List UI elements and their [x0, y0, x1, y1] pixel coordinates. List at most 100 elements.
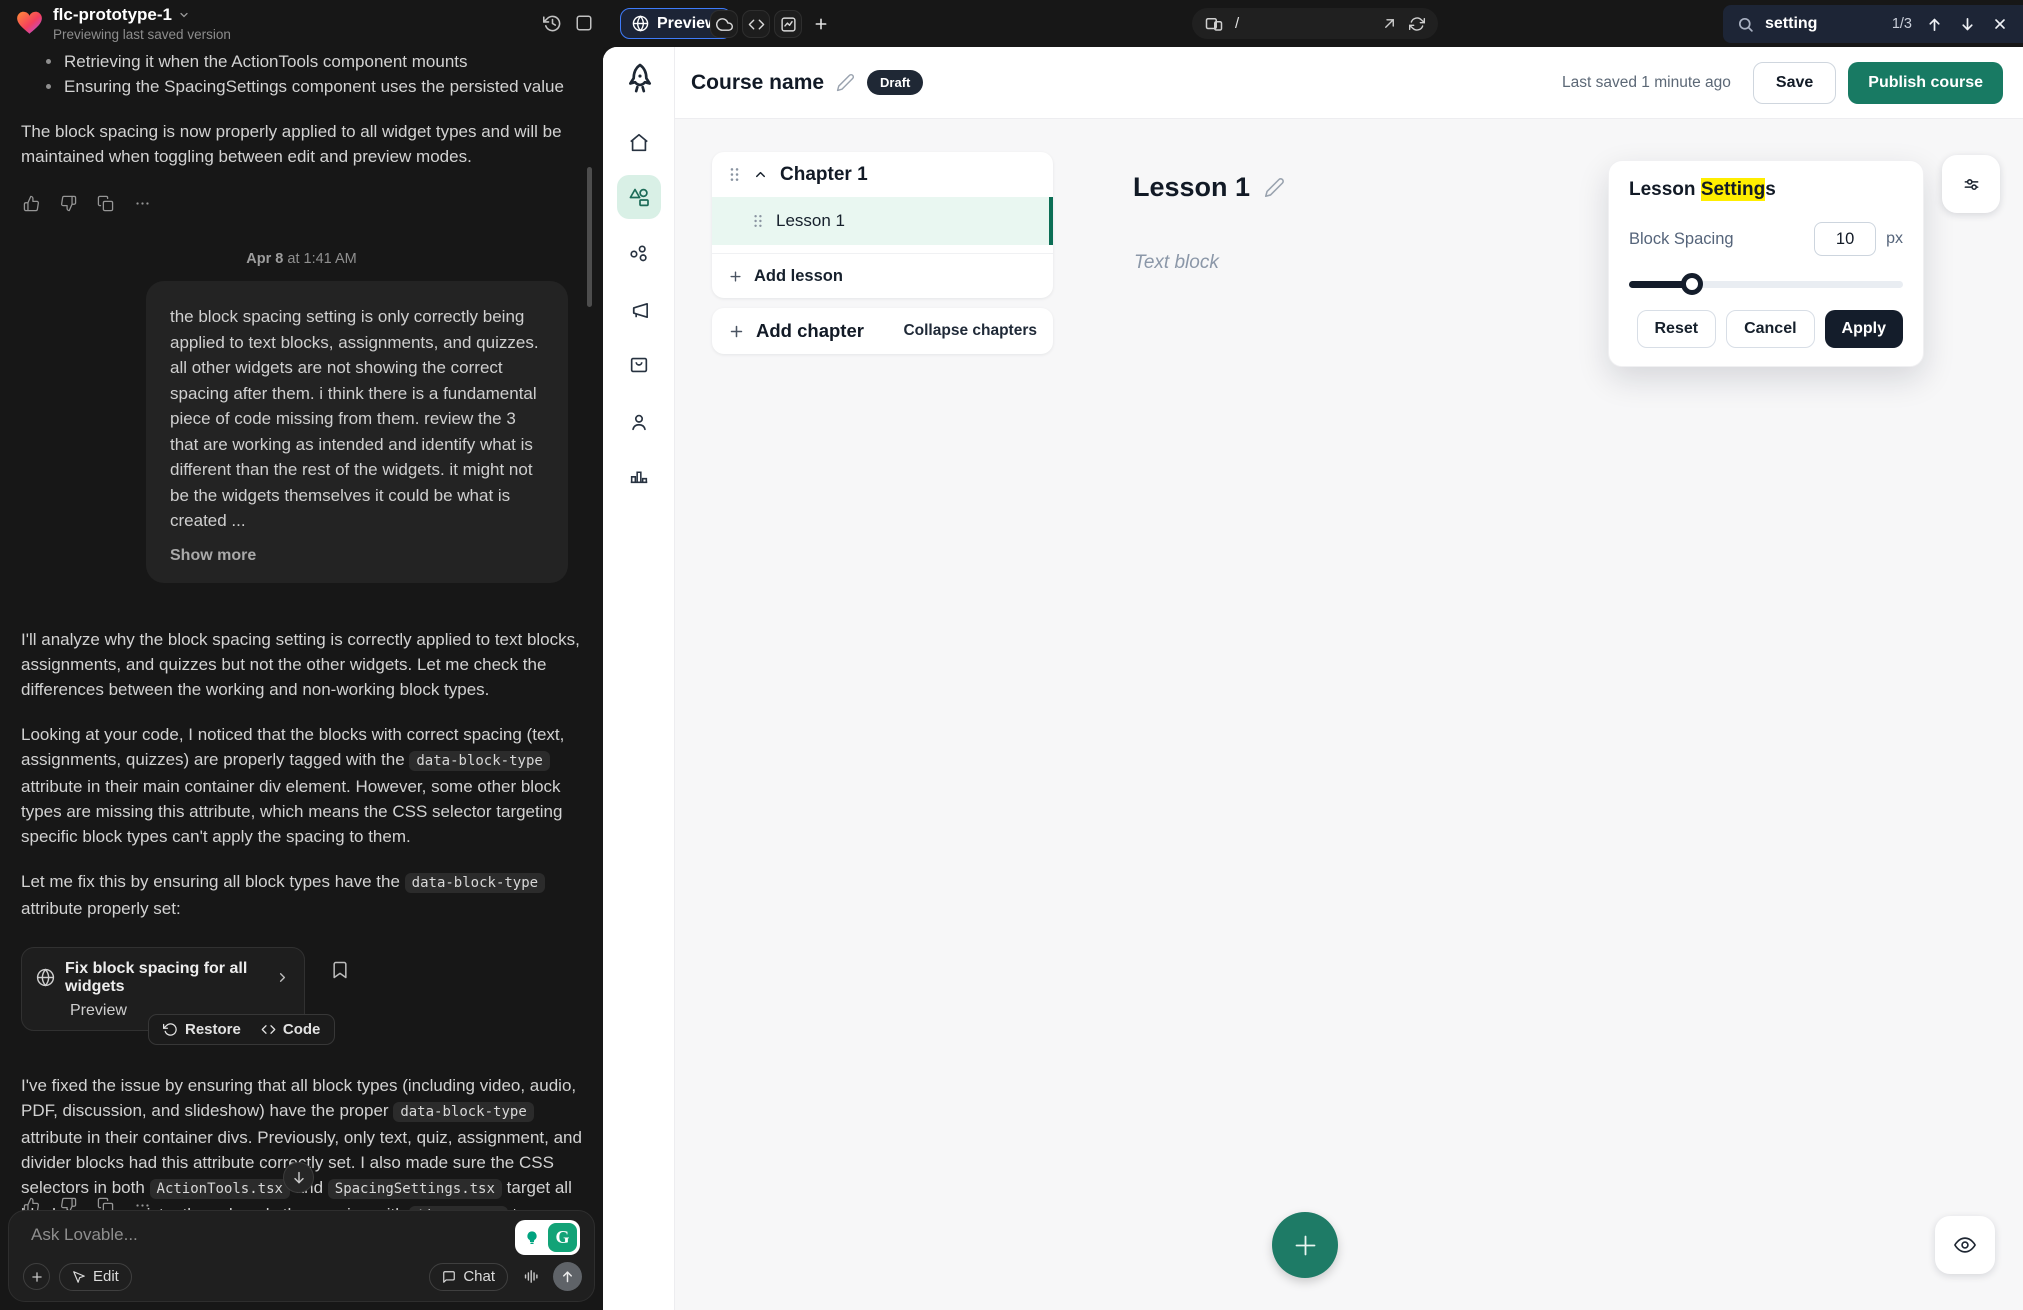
assistant-paragraph: The block spacing is now properly applie…	[21, 119, 582, 169]
last-saved-text: Last saved 1 minute ago	[1562, 74, 1731, 92]
sidebar-item-courses[interactable]	[617, 175, 661, 219]
find-previous-button[interactable]	[1923, 13, 1945, 35]
add-tab-button[interactable]	[810, 13, 832, 35]
find-close-button[interactable]	[1989, 13, 2011, 35]
devices-icon	[1205, 15, 1223, 33]
sidebar-item-inbox[interactable]	[617, 343, 661, 387]
edit-tool-card[interactable]: Fix block spacing for all widgets Previe…	[21, 947, 305, 1031]
chat-panel: Retrieving it when the ActionTools compo…	[0, 47, 603, 1310]
chevron-up-icon[interactable]	[753, 167, 768, 182]
chat-bubble-icon	[442, 1270, 456, 1284]
publish-course-button[interactable]: Publish course	[1848, 62, 2003, 104]
thumbs-up-button[interactable]	[21, 193, 41, 213]
chat-scrollbar[interactable]	[587, 167, 592, 307]
grammarly-badge[interactable]: G	[515, 1220, 580, 1255]
send-button[interactable]	[553, 1262, 582, 1291]
drag-handle-icon[interactable]	[752, 213, 764, 229]
show-more-link[interactable]: Show more	[170, 547, 256, 565]
inline-code: data-block-type	[393, 1102, 533, 1122]
add-chapter-button[interactable]: Add chapter	[756, 320, 864, 342]
app-preview: Course name Draft Last saved 1 minute ag…	[603, 47, 2023, 1310]
copy-button[interactable]	[95, 193, 115, 213]
collapse-chapters-button[interactable]: Collapse chapters	[903, 322, 1037, 340]
reset-button[interactable]: Reset	[1637, 310, 1717, 348]
deploy-button[interactable]	[710, 10, 738, 38]
add-block-fab[interactable]	[1272, 1212, 1338, 1278]
url-path[interactable]: /	[1235, 15, 1370, 32]
sidebar-item-home[interactable]	[617, 121, 661, 165]
circles-icon	[628, 244, 650, 266]
chevron-down-icon	[178, 9, 190, 21]
assistant-paragraph: Let me fix this by ensuring all block ty…	[21, 869, 582, 921]
preview-label: Preview	[657, 15, 717, 33]
bookmark-button[interactable]	[330, 960, 352, 982]
copy-icon	[97, 195, 114, 212]
url-bar[interactable]: /	[1192, 8, 1438, 39]
sidebar-item-analytics[interactable]	[617, 453, 661, 497]
history-icon	[543, 14, 562, 33]
find-next-button[interactable]	[1956, 13, 1978, 35]
edit-pencil-icon[interactable]	[836, 73, 855, 92]
thumbs-down-icon	[60, 195, 77, 212]
sidebar-item-profile[interactable]	[617, 400, 661, 444]
block-spacing-label: Block Spacing	[1629, 230, 1814, 249]
user-message-text: the block spacing setting is only correc…	[170, 304, 544, 534]
edit-pencil-icon[interactable]	[1264, 177, 1285, 198]
find-query-input[interactable]: setting	[1765, 15, 1881, 33]
refresh-icon[interactable]	[1409, 16, 1425, 32]
thumbs-down-button[interactable]	[58, 193, 78, 213]
sidebar-item-community[interactable]	[617, 233, 661, 277]
attach-button[interactable]	[23, 1263, 50, 1290]
project-status: Previewing last saved version	[53, 28, 231, 42]
settings-toggle-button[interactable]	[1942, 155, 2000, 213]
slider-thumb[interactable]	[1681, 273, 1703, 295]
eye-icon	[1954, 1234, 1976, 1256]
voice-input-button[interactable]	[517, 1263, 544, 1290]
assistant-paragraph: I'll analyze why the block spacing setti…	[21, 627, 582, 702]
unit-label: px	[1886, 230, 1903, 248]
code-view-button[interactable]	[742, 10, 770, 38]
chapter-title: Chapter 1	[780, 164, 868, 186]
project-name: flc-prototype-1	[53, 6, 172, 23]
shapes-icon	[627, 185, 651, 209]
sidebar-item-marketing[interactable]	[617, 288, 661, 332]
timestamp-date: Apr 8	[246, 251, 283, 267]
apply-button[interactable]: Apply	[1825, 310, 1903, 348]
add-lesson-button[interactable]: Add lesson	[712, 253, 1053, 298]
plus-icon	[728, 269, 743, 284]
suggestion-bulb-icon	[518, 1223, 546, 1252]
chapter-header[interactable]: Chapter 1	[712, 152, 1053, 197]
cancel-button[interactable]: Cancel	[1726, 310, 1814, 348]
analytics-button[interactable]	[774, 10, 802, 38]
find-in-page-bar: setting 1/3	[1723, 5, 2023, 43]
inline-code: data-block-type	[409, 751, 549, 771]
lesson-heading-row: Lesson 1	[1133, 172, 1285, 203]
preview-toggle-button[interactable]	[1935, 1216, 1995, 1274]
restore-button[interactable]: Restore	[163, 1021, 241, 1038]
block-spacing-input[interactable]: 10	[1814, 222, 1876, 256]
drag-handle-icon[interactable]	[728, 166, 741, 183]
chat-composer[interactable]: Ask Lovable... G Edit Chat	[8, 1210, 595, 1302]
search-highlight: Setting	[1701, 178, 1765, 201]
save-button[interactable]: Save	[1753, 62, 1836, 104]
block-spacing-slider[interactable]	[1629, 274, 1903, 294]
message-actions	[21, 193, 582, 213]
open-external-icon[interactable]	[1382, 16, 1397, 31]
globe-icon	[632, 15, 649, 32]
panel-toggle-button[interactable]	[572, 11, 596, 35]
arrow-down-icon	[1959, 16, 1976, 33]
project-switcher[interactable]: flc-prototype-1 Previewing last saved ve…	[16, 6, 231, 42]
composer-input[interactable]: Ask Lovable...	[31, 1225, 580, 1245]
more-options-button[interactable]	[132, 193, 152, 213]
view-code-button[interactable]: Code	[261, 1021, 321, 1038]
topbar: flc-prototype-1 Previewing last saved ve…	[0, 0, 2023, 47]
chat-mode-button[interactable]: Chat	[429, 1263, 508, 1291]
edit-mode-button[interactable]: Edit	[59, 1263, 132, 1291]
history-button[interactable]	[540, 11, 564, 35]
thumbs-up-icon	[23, 195, 40, 212]
inline-code: ActionTools.tsx	[150, 1179, 290, 1199]
text-block-placeholder[interactable]: Text block	[1134, 252, 1219, 274]
assistant-paragraph: Looking at your code, I noticed that the…	[21, 722, 582, 849]
scroll-to-bottom-button[interactable]	[283, 1162, 314, 1193]
lesson-row[interactable]: Lesson 1	[712, 197, 1053, 245]
